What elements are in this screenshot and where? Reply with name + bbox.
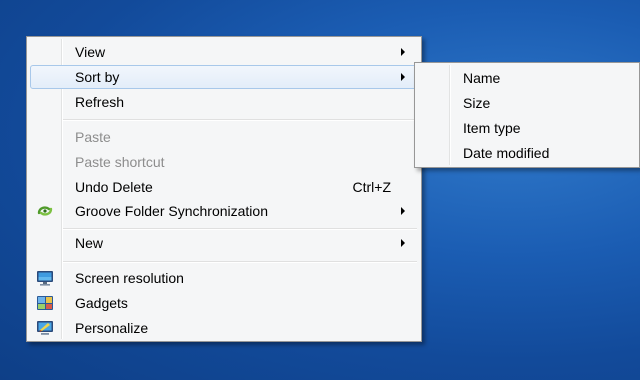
screen-resolution-icon <box>36 269 54 287</box>
menu-item-label: Sort by <box>75 69 120 85</box>
submenu-arrow-icon <box>401 73 405 81</box>
shortcut-label: Ctrl+Z <box>352 179 392 195</box>
menu-separator <box>63 119 417 121</box>
sort-option-item-type[interactable]: Item type <box>418 116 636 140</box>
menu-item-label: Paste <box>75 129 111 145</box>
submenu-arrow-icon <box>401 207 405 215</box>
menu-item-sort-by[interactable]: Sort by <box>30 65 418 89</box>
submenu-arrow-icon <box>401 48 405 56</box>
gadgets-icon <box>36 294 54 312</box>
menu-separator <box>63 228 417 230</box>
menu-item-paste-shortcut[interactable]: Paste shortcut <box>30 150 418 174</box>
desktop-context-menu: View Sort by Refresh Paste Paste shortcu… <box>26 36 422 342</box>
menu-separator <box>63 261 417 263</box>
menu-item-refresh[interactable]: Refresh <box>30 90 418 114</box>
personalize-icon <box>36 319 54 337</box>
menu-item-label: Undo Delete <box>75 179 153 195</box>
sort-by-submenu: Name Size Item type Date modified <box>414 62 640 168</box>
menu-item-gadgets[interactable]: Gadgets <box>30 291 418 315</box>
menu-item-label: Personalize <box>75 320 149 336</box>
sort-option-label: Item type <box>463 120 521 136</box>
sort-option-label: Size <box>463 95 491 111</box>
menu-item-view[interactable]: View <box>30 40 418 64</box>
menu-item-label: Groove Folder Synchronization <box>75 203 268 219</box>
menu-item-personalize[interactable]: Personalize <box>30 316 418 340</box>
sort-option-date-modified[interactable]: Date modified <box>418 141 636 165</box>
menu-item-label: Paste shortcut <box>75 154 165 170</box>
menu-item-label: Gadgets <box>75 295 128 311</box>
menu-item-label: Refresh <box>75 94 125 110</box>
groove-sync-icon <box>36 202 54 220</box>
menu-item-label: Screen resolution <box>75 270 184 286</box>
menu-item-paste[interactable]: Paste <box>30 125 418 149</box>
menu-item-screen-resolution[interactable]: Screen resolution <box>30 266 418 290</box>
menu-item-groove-folder-sync[interactable]: Groove Folder Synchronization <box>30 199 418 223</box>
sort-option-label: Name <box>463 70 501 86</box>
sort-option-size[interactable]: Size <box>418 91 636 115</box>
submenu-arrow-icon <box>401 239 405 247</box>
menu-item-undo-delete[interactable]: Undo Delete Ctrl+Z <box>30 175 418 199</box>
menu-item-label: View <box>75 44 106 60</box>
menu-item-label: New <box>75 235 104 251</box>
menu-item-new[interactable]: New <box>30 231 418 255</box>
sort-option-name[interactable]: Name <box>418 66 636 90</box>
sort-option-label: Date modified <box>463 145 550 161</box>
